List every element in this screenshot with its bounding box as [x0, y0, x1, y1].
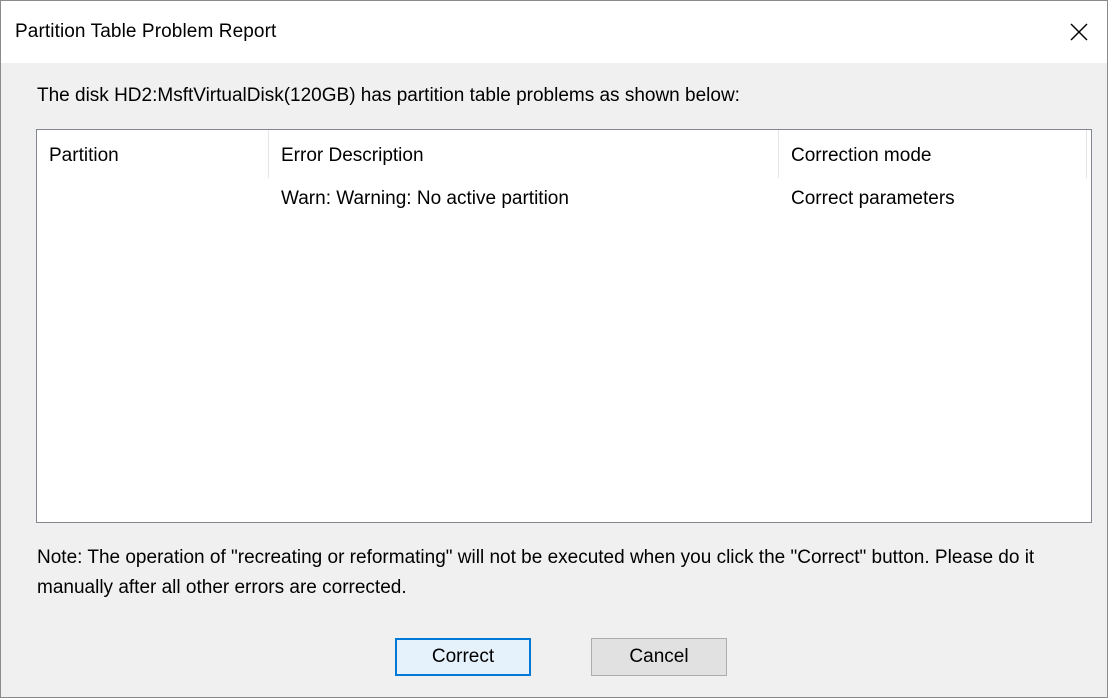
cell-error-description: Warn: Warning: No active partition: [281, 188, 569, 209]
column-header-partition[interactable]: Partition: [37, 130, 269, 180]
close-icon: [1070, 23, 1088, 41]
problem-list[interactable]: Partition Error Description Correction m…: [36, 129, 1092, 523]
cell-correction-mode: Correct parameters: [791, 188, 955, 209]
correct-button[interactable]: Correct: [395, 638, 531, 676]
column-header-correction-mode[interactable]: Correction mode: [779, 130, 1087, 180]
cancel-button[interactable]: Cancel: [591, 638, 727, 676]
list-header: Partition Error Description Correction m…: [37, 130, 1091, 180]
close-button[interactable]: [1051, 1, 1107, 63]
window-title: Partition Table Problem Report: [15, 21, 277, 42]
partition-problem-dialog: Partition Table Problem Report The disk …: [0, 0, 1108, 698]
note-text: Note: The operation of "recreating or re…: [37, 547, 1035, 598]
column-header-error-description[interactable]: Error Description: [269, 130, 779, 180]
intro-text: The disk HD2:MsftVirtualDisk(120GB) has …: [37, 85, 740, 106]
title-bar: Partition Table Problem Report: [1, 1, 1107, 63]
table-row[interactable]: Warn: Warning: No active partition Corre…: [37, 180, 1091, 218]
column-divider[interactable]: [1086, 130, 1087, 178]
